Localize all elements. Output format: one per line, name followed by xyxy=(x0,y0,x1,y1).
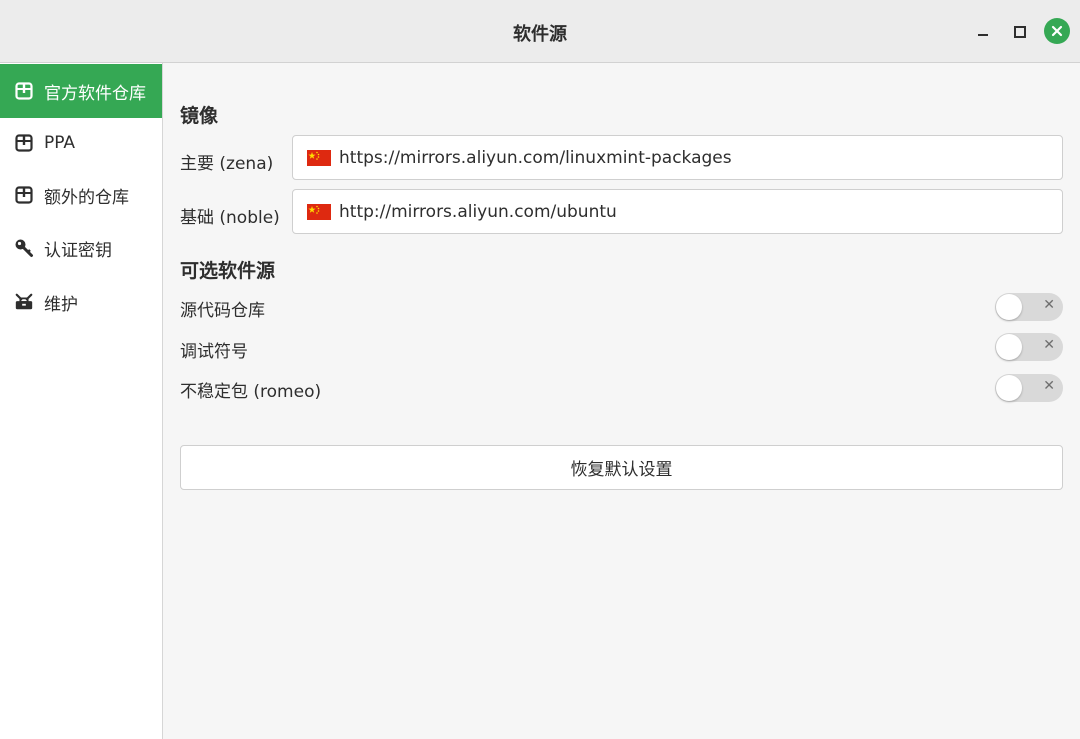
china-flag-icon xyxy=(307,149,331,166)
maximize-icon xyxy=(1014,26,1026,38)
restore-defaults-button[interactable]: 恢复默认设置 xyxy=(180,445,1063,490)
close-button[interactable] xyxy=(1044,18,1070,44)
sidebar: 官方软件仓库 PPA 额外的仓库 认证密钥 维护 xyxy=(0,63,163,739)
window-title: 软件源 xyxy=(513,24,567,45)
unstable-packages-toggle[interactable]: ✕ xyxy=(995,374,1063,402)
toggle-knob xyxy=(996,375,1022,401)
main-mirror-field[interactable]: https://mirrors.aliyun.com/linuxmint-pac… xyxy=(292,135,1063,180)
toggle-off-icon: ✕ xyxy=(1043,378,1055,394)
sidebar-item-official-repos[interactable]: 官方软件仓库 xyxy=(0,64,162,118)
package-icon xyxy=(14,185,34,205)
china-flag-icon xyxy=(307,203,331,220)
sidebar-item-label: PPA xyxy=(44,133,76,153)
toggle-off-icon: ✕ xyxy=(1043,337,1055,353)
debug-symbols-label: 调试符号 xyxy=(180,342,248,362)
sidebar-item-ppa[interactable]: PPA xyxy=(0,116,162,170)
package-icon xyxy=(14,133,34,153)
base-mirror-url: http://mirrors.aliyun.com/ubuntu xyxy=(339,201,617,222)
minimize-icon xyxy=(978,34,988,36)
maximize-button[interactable] xyxy=(1007,19,1033,45)
toggle-off-icon: ✕ xyxy=(1043,297,1055,313)
toggle-knob xyxy=(996,334,1022,360)
sidebar-item-maintenance[interactable]: 维护 xyxy=(0,275,162,329)
title-bar: 软件源 xyxy=(0,0,1080,63)
sidebar-item-label: 额外的仓库 xyxy=(44,187,129,208)
sidebar-item-label: 维护 xyxy=(44,294,78,315)
close-icon xyxy=(1051,25,1063,37)
software-sources-window: 软件源 官方软件仓库 PPA 额外的仓库 认证密钥 维护 镜像 主要 (zena… xyxy=(0,0,1080,739)
debug-symbols-toggle[interactable]: ✕ xyxy=(995,333,1063,361)
main-panel: 镜像 主要 (zena) https://mirrors.aliyun.com/… xyxy=(163,63,1080,739)
sidebar-item-label: 官方软件仓库 xyxy=(44,83,146,104)
source-code-label: 源代码仓库 xyxy=(180,301,265,321)
base-mirror-label: 基础 (noble) xyxy=(180,208,280,228)
minimize-button[interactable] xyxy=(970,19,996,45)
source-code-toggle[interactable]: ✕ xyxy=(995,293,1063,321)
main-mirror-url: https://mirrors.aliyun.com/linuxmint-pac… xyxy=(339,147,732,168)
optional-sources-title: 可选软件源 xyxy=(180,260,276,282)
unstable-packages-label: 不稳定包 (romeo) xyxy=(180,382,322,402)
sidebar-item-auth-keys[interactable]: 认证密钥 xyxy=(0,221,162,275)
sidebar-item-label: 认证密钥 xyxy=(44,240,112,261)
main-mirror-label: 主要 (zena) xyxy=(180,154,274,174)
key-icon xyxy=(14,238,34,258)
mirrors-section-title: 镜像 xyxy=(180,105,219,127)
package-icon xyxy=(14,81,34,101)
toggle-knob xyxy=(996,294,1022,320)
sidebar-item-additional-repos[interactable]: 额外的仓库 xyxy=(0,168,162,222)
tools-icon xyxy=(14,292,34,312)
base-mirror-field[interactable]: http://mirrors.aliyun.com/ubuntu xyxy=(292,189,1063,234)
